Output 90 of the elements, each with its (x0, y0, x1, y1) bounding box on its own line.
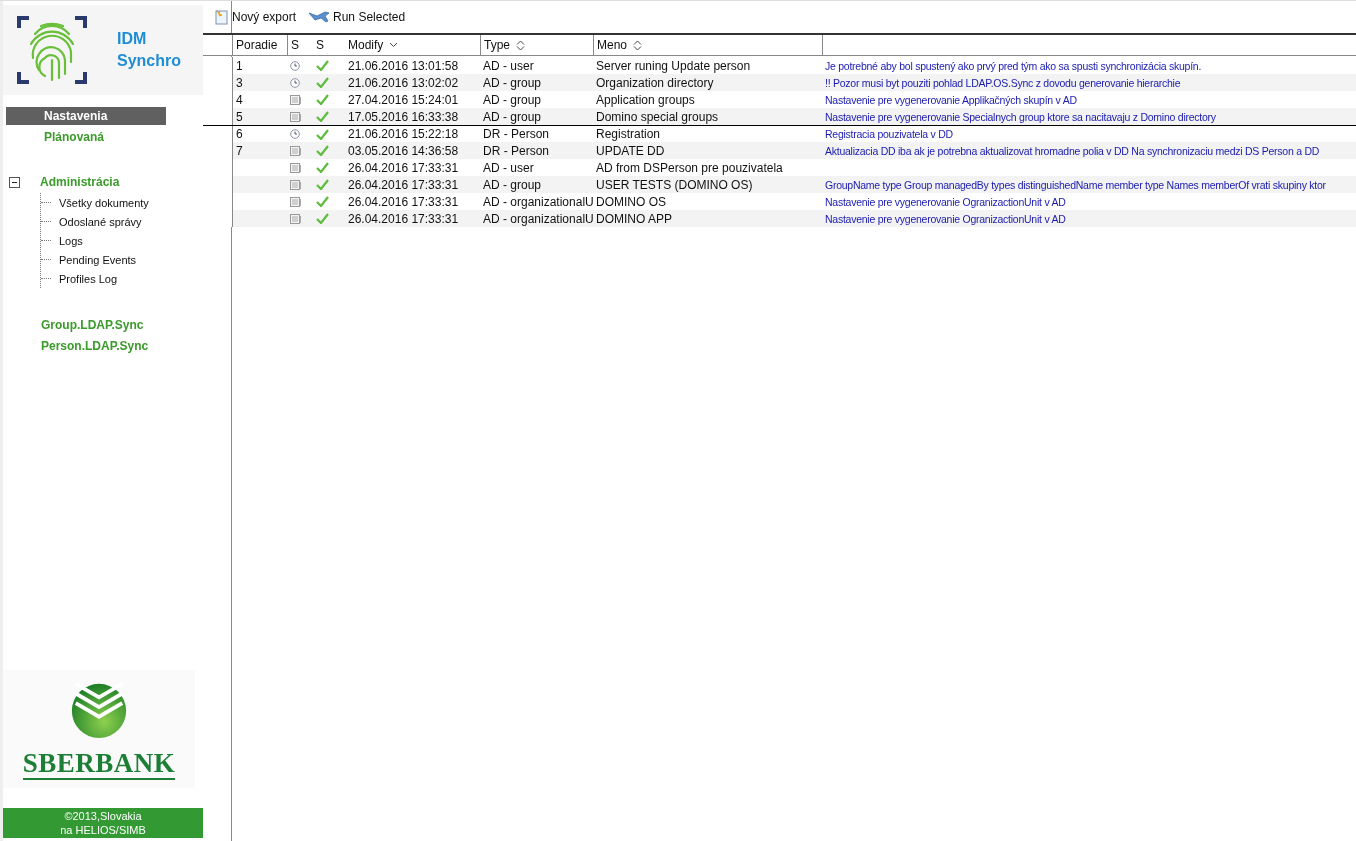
table-cell: Organization directory (596, 75, 714, 90)
table-cell: 5 (236, 109, 243, 124)
document-icon (290, 162, 302, 173)
table-row[interactable]: 5 17.05.2016 16:33:38 AD - group Domino special groups Nastavenie pre vygenerovanie Specialnych group ktore sa nacitavaju z Domino directory (203, 108, 1356, 125)
column-header[interactable]: Meno (593, 35, 822, 55)
clock-icon (290, 129, 300, 139)
new-document-icon (213, 9, 229, 25)
nav-item[interactable]: Plánovaná (6, 128, 166, 146)
table-row[interactable]: 3 21.06.2016 13:02:02 AD - group Organization directory !! Pozor musi byt pouziti pohlad LDAP.OS.Sync z dovodu generovanie hierarchie (203, 74, 1356, 91)
clock-icon (290, 77, 300, 88)
column-header[interactable]: S (313, 35, 345, 55)
table-cell: 26.04.2016 17:33:31 (348, 194, 459, 209)
fingerprint-icon (17, 14, 87, 86)
table-cell: DR - Person (483, 127, 550, 141)
document-icon (290, 111, 302, 122)
tree-item[interactable]: Profiles Log (59, 272, 118, 285)
table-row[interactable]: 26.04.2016 17:33:31 AD - group USER TESTS (DOMINO OS) GroupName type Group managedBy types distinguishedName member type Names memberOf vrati skupiny ktor (203, 176, 1356, 193)
table-cell: AD - group (483, 109, 542, 124)
table-cell: Nastavenie pre vygenerovanie Applikačných skupín v AD (825, 93, 1077, 106)
table-cell: UPDATE DD (596, 143, 665, 158)
table-cell: Registration (596, 127, 661, 141)
sort-icon (633, 39, 643, 51)
table-cell: Nastavenie pre vygenerovanie OgranizactionUnit v AD (825, 195, 1066, 208)
footer-text: na HELIOS/SIMB (60, 823, 146, 837)
tree-item[interactable]: Pending Events (59, 253, 137, 266)
table-cell: AD - organizationalU (483, 194, 593, 209)
run-button[interactable]: Run Selected (306, 10, 408, 24)
column-header[interactable]: Modify (345, 35, 480, 55)
table-cell: USER TESTS (DOMINO OS) (596, 177, 753, 192)
table-cell: 26.04.2016 17:33:31 (348, 177, 459, 192)
table-cell: DOMINO APP (596, 211, 672, 226)
document-icon (290, 94, 302, 105)
table-cell: Server runing Update person (596, 58, 751, 73)
document-icon (290, 213, 302, 224)
table-cell: 03.05.2016 14:36:58 (348, 143, 459, 158)
table-cell: AD from DSPerson pre pouzivatela (596, 160, 783, 175)
table-cell: Application groups (596, 92, 695, 107)
brand-name: SBERBANK (22, 748, 176, 780)
table-cell: DOMINO OS (596, 194, 666, 209)
table-cell: DR - Person (483, 143, 550, 158)
nav-item[interactable]: Nastavenia (6, 107, 166, 125)
sort-icon (516, 39, 525, 51)
table-cell: 21.06.2016 13:01:58 (348, 58, 459, 73)
tree-item[interactable]: Odoslané správy (59, 215, 142, 228)
clock-icon (290, 60, 300, 71)
tree-item[interactable]: Logs (59, 234, 83, 247)
sort-descending-icon (389, 42, 399, 48)
column-header[interactable]: Type (480, 35, 593, 55)
table-cell: AD - user (483, 58, 534, 73)
table-cell: 6 (236, 127, 243, 141)
table-cell: AD - user (483, 160, 534, 175)
table-cell: 26.04.2016 17:33:31 (348, 211, 459, 226)
table-cell: 21.06.2016 15:22:18 (348, 127, 459, 141)
table-cell: 27.04.2016 15:24:01 (348, 92, 459, 107)
table-cell: GroupName type Group managedBy types distinguishedName member type Names memberOf vrati skupiny ktor (825, 178, 1326, 191)
nav-item[interactable]: Group.LDAP.Sync (3, 316, 231, 334)
table-cell: AD - group (483, 92, 542, 107)
document-icon (290, 145, 302, 156)
new-export-button[interactable]: Nový export (211, 9, 299, 25)
nav-item[interactable]: Administrácia (20, 173, 120, 191)
table-cell: 7 (236, 143, 243, 158)
table-cell: 26.04.2016 17:33:31 (348, 160, 459, 175)
table-cell: 3 (236, 75, 243, 90)
logo-subtitle: Synchro (117, 52, 181, 70)
collapse-icon[interactable] (9, 176, 20, 188)
logo-title: IDM (117, 30, 148, 48)
table-cell: !! Pozor musi byt pouziti pohlad LDAP.OS.Sync z dovodu generovanie hierarchie (825, 76, 1181, 89)
table-cell: Nastavenie pre vygenerovanie Specialnych group ktore sa nacitavaju z Domino directory (825, 110, 1216, 123)
column-header[interactable]: S (287, 35, 313, 55)
table-cell: Registracia pouzivatela v DD (825, 128, 953, 140)
table-cell: Je potrebné aby bol spustený ako prvý pred tým ako sa spusti synchronizácia skupín. (825, 59, 1202, 72)
footer-text: ©2013,Slovakia (64, 809, 142, 823)
table-cell: Domino special groups (596, 109, 719, 124)
nav-item[interactable]: Person.LDAP.Sync (3, 337, 231, 355)
table-row[interactable]: 7 03.05.2016 14:36:58 DR - Person UPDATE DD Aktualizacia DD iba ak je potrebna aktualizovat hromadne polia v DD Na synchronizaciu medzi DS Person a DD (203, 142, 1356, 159)
table-cell: 21.06.2016 13:02:02 (348, 75, 459, 90)
table-cell: Nastavenie pre vygenerovanie OgranizactionUnit v AD (825, 212, 1066, 225)
column-header[interactable]: Poradie (232, 35, 287, 55)
table-cell: AD - group (483, 177, 542, 192)
table-cell: Aktualizacia DD iba ak je potrebna aktualizovat hromadne polia v DD Na synchronizaciu medzi DS Person a DD (825, 144, 1320, 157)
document-icon (290, 179, 302, 190)
table-cell: 1 (236, 58, 243, 73)
tree-item[interactable]: Všetky dokumenty (59, 196, 149, 209)
table-cell: 17.05.2016 16:33:38 (348, 109, 459, 124)
table-cell: AD - group (483, 75, 542, 90)
table-row[interactable]: 26.04.2016 17:33:31 AD - organizationalU DOMINO APP Nastavenie pre vygenerovanie OgranizactionUnit v AD (203, 210, 1356, 227)
table-cell: 4 (236, 92, 243, 107)
document-icon (290, 196, 302, 207)
plane-icon (308, 10, 331, 24)
table-cell: AD - organizationalU (483, 211, 593, 226)
